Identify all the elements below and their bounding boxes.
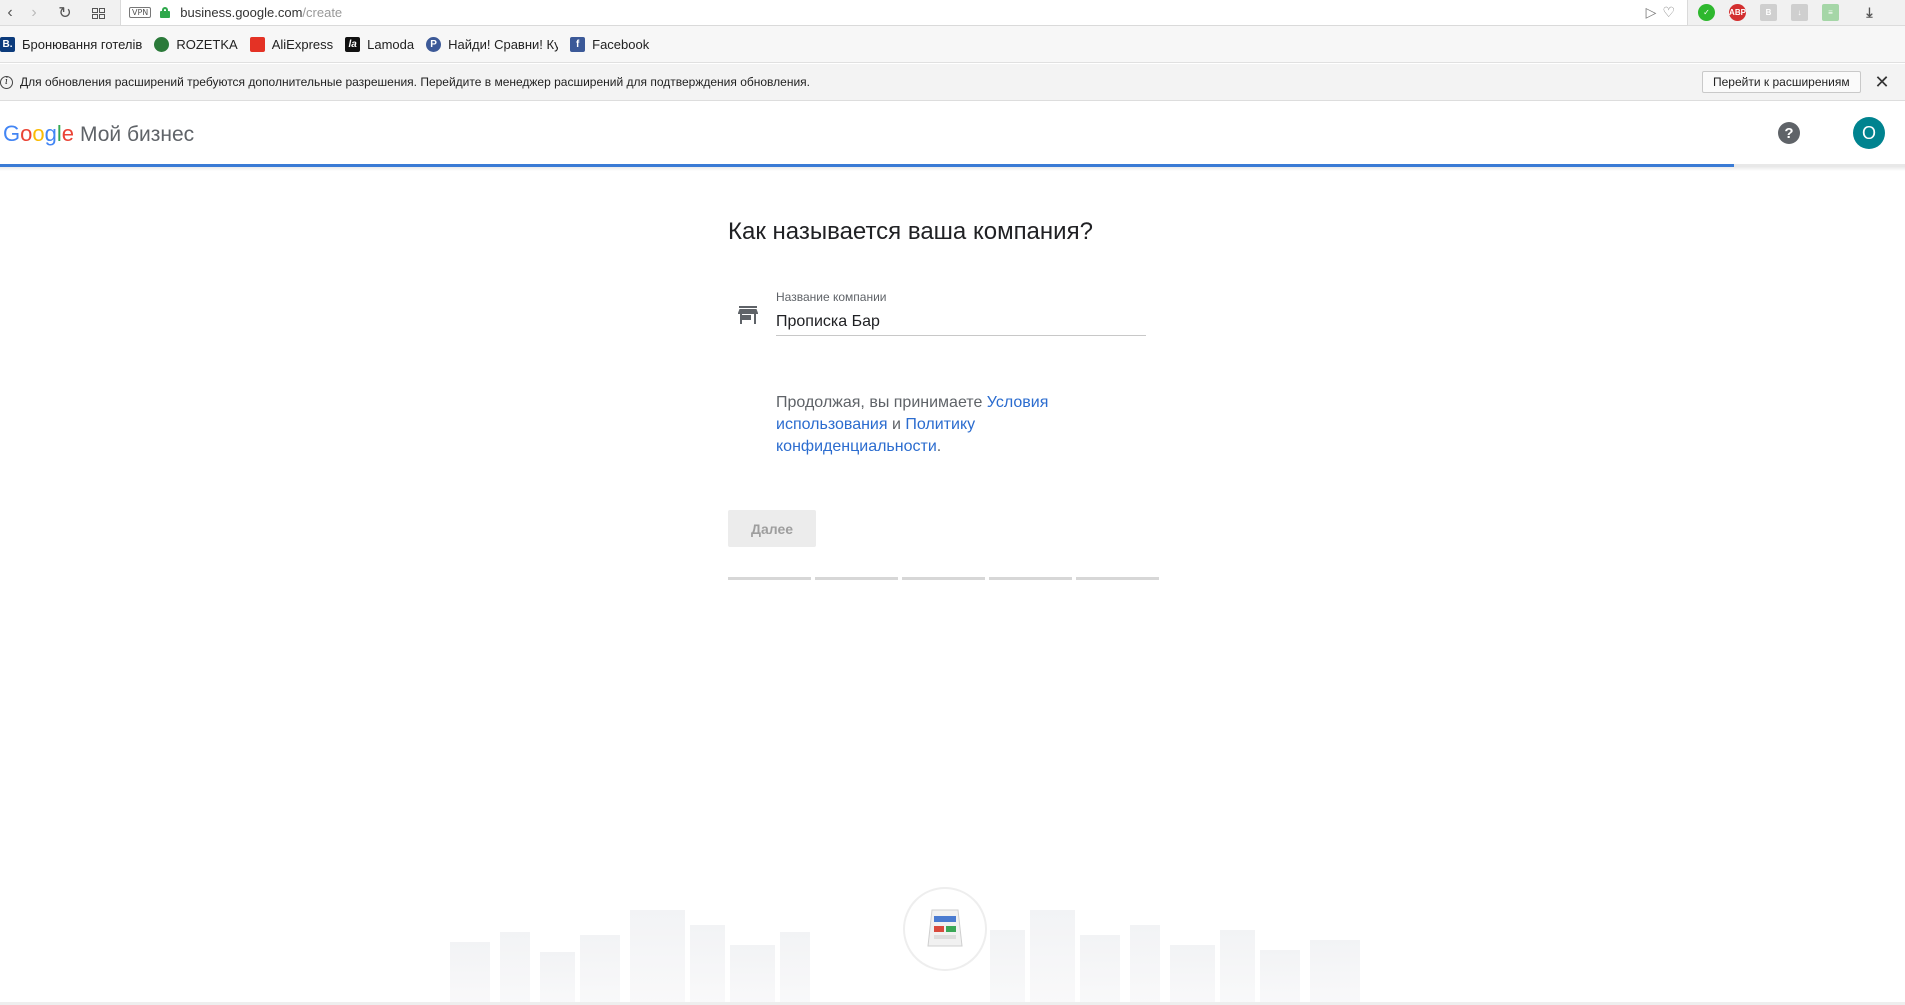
bookmarks-bar: B. Бронювання готелів ROZETKA AliExpress… xyxy=(0,26,1905,63)
adblock-extension-icon[interactable]: ABP xyxy=(1729,4,1746,21)
lamoda-icon: la xyxy=(345,36,361,52)
info-icon: i xyxy=(0,75,13,89)
vk-extension-icon[interactable]: B xyxy=(1760,4,1777,21)
bookmark-booking[interactable]: B. Бронювання готелів xyxy=(0,36,142,52)
bookmark-rozetka[interactable]: ROZETKA xyxy=(154,36,238,52)
step-segment xyxy=(902,577,985,580)
business-name-field: Название компании xyxy=(728,290,1168,340)
step-segment xyxy=(815,577,898,580)
extension-notice: i Для обновления расширений требуются до… xyxy=(0,64,1905,101)
page-title: Как называется ваша компания? xyxy=(728,218,1093,245)
bookmark-aliexpress[interactable]: AliExpress xyxy=(249,36,333,52)
bookmark-price[interactable]: P Найди! Сравни! Куп xyxy=(426,36,558,52)
downloads-icon[interactable]: ⤓ xyxy=(1861,4,1878,21)
send-icon[interactable]: ▷ xyxy=(1646,4,1657,21)
avatar[interactable]: O xyxy=(1853,117,1885,149)
forward-icon[interactable]: › xyxy=(24,3,44,23)
aliexpress-icon xyxy=(249,36,265,52)
feed-extension-icon[interactable]: ≡ xyxy=(1822,4,1839,21)
product-name: Мой бизнес xyxy=(80,123,195,146)
booking-icon: B. xyxy=(0,36,15,52)
next-button[interactable]: Далее xyxy=(728,510,816,547)
vpn-badge[interactable]: VPN xyxy=(129,7,152,18)
rozetka-icon xyxy=(154,36,170,52)
step-segment xyxy=(728,577,811,580)
speed-dial-icon[interactable] xyxy=(88,3,108,23)
terms-text: Продолжая, вы принимаете Условия использ… xyxy=(776,394,1049,455)
create-business-form: Как называется ваша компания? Название к… xyxy=(728,218,1168,580)
business-name-label: Название компании xyxy=(776,290,887,304)
bookmark-facebook[interactable]: f Facebook xyxy=(570,36,649,52)
header-shadow xyxy=(0,167,1905,171)
url-text[interactable]: business.google.com/create xyxy=(180,5,342,20)
reload-icon[interactable]: ↻ xyxy=(55,3,75,23)
step-segment xyxy=(989,577,1072,580)
address-bar[interactable]: VPN business.google.com/create ▷ ♡ xyxy=(120,0,1688,26)
facebook-icon: f xyxy=(570,36,586,52)
bookmark-lamoda[interactable]: la Lamoda xyxy=(345,36,414,52)
google-my-business-logo[interactable]: Google Мой бизнес xyxy=(3,121,194,147)
step-indicator xyxy=(728,577,1159,580)
app-header: Google Мой бизнес ? O xyxy=(0,101,1905,165)
heart-icon[interactable]: ♡ xyxy=(1662,4,1675,21)
browser-toolbar: ‹ › ↻ VPN business.google.com/create ▷ ♡… xyxy=(0,0,1905,26)
price-icon: P xyxy=(426,36,442,52)
storefront-badge-icon xyxy=(903,887,987,971)
go-to-extensions-button[interactable]: Перейти к расширениям xyxy=(1702,71,1861,93)
lock-icon[interactable] xyxy=(160,7,171,18)
help-icon[interactable]: ? xyxy=(1778,122,1800,144)
download-extension-icon[interactable]: ↓ xyxy=(1791,4,1808,21)
checkmark-extension-icon[interactable]: ✓ xyxy=(1698,4,1715,21)
store-icon xyxy=(738,306,758,324)
notice-text: Для обновления расширений требуются допо… xyxy=(20,75,810,89)
close-icon[interactable]: ✕ xyxy=(1872,72,1892,92)
back-icon[interactable]: ‹ xyxy=(0,3,20,23)
business-name-input[interactable] xyxy=(776,308,1146,336)
step-segment xyxy=(1076,577,1159,580)
